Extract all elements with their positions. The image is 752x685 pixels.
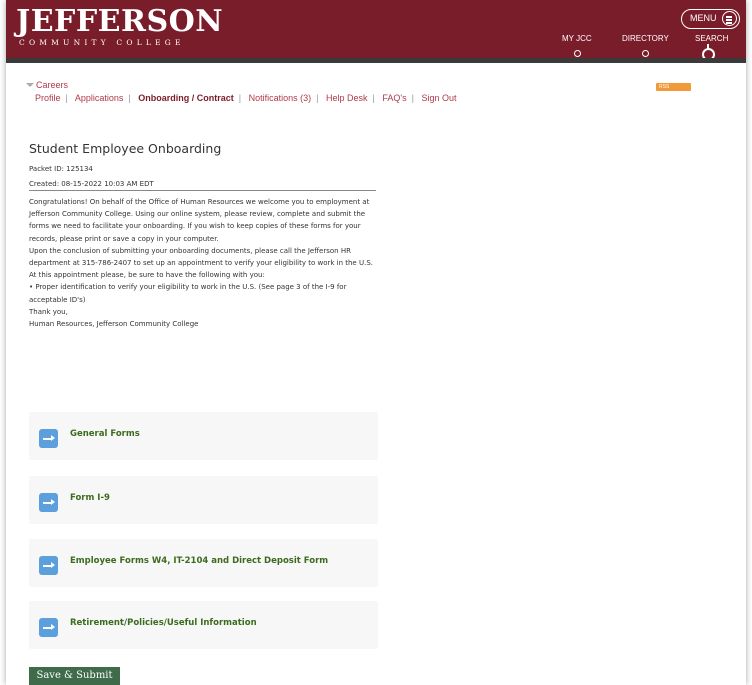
subnav-notifications[interactable]: Notifications (3) [249, 93, 312, 103]
subnav-onboarding[interactable]: Onboarding / Contract [138, 93, 234, 103]
subnav-faqs[interactable]: FAQ's [382, 93, 406, 103]
subnav-profile[interactable]: Profile [35, 93, 61, 103]
arrow-right-icon[interactable] [39, 429, 58, 448]
section-employee-forms[interactable]: Employee Forms W4, IT-2104 and Direct De… [29, 539, 378, 587]
subnav-help-desk[interactable]: Help Desk [326, 93, 368, 103]
header-divider [6, 58, 746, 63]
rss-icon[interactable]: RSS [656, 83, 691, 91]
paragraph: Human Resources, Jefferson Community Col… [29, 320, 199, 329]
college-logo[interactable]: JEFFERSON COMMUNITY COLLEGE [16, 4, 224, 48]
section-label[interactable]: Retirement/Policies/Useful Information [70, 618, 257, 628]
paragraph: Upon the conclusion of submitting your o… [29, 246, 373, 268]
nav-directory[interactable]: DIRECTORY [622, 34, 669, 43]
save-submit-button[interactable]: Save & Submit [29, 667, 120, 685]
page-frame: JEFFERSON COMMUNITY COLLEGE MENU MY JCC … [6, 0, 746, 685]
divider [29, 190, 376, 191]
nav-dot-icon [642, 50, 649, 57]
site-header: JEFFERSON COMMUNITY COLLEGE MENU MY JCC … [6, 0, 746, 61]
section-form-i9[interactable]: Form I-9 [29, 476, 378, 524]
paragraph: Congratulations! On behalf of the Office… [29, 198, 370, 243]
nav-dot-icon [574, 50, 581, 57]
section-retirement-policies[interactable]: Retirement/Policies/Useful Information [29, 601, 378, 649]
section-label[interactable]: Form I-9 [70, 493, 110, 503]
arrow-right-icon[interactable] [39, 618, 58, 637]
menu-button[interactable]: MENU [681, 9, 740, 29]
breadcrumb[interactable]: Careers [26, 80, 68, 90]
paragraph: Thank you, [29, 307, 68, 316]
hamburger-icon [722, 11, 737, 26]
subnav-sign-out[interactable]: Sign Out [421, 93, 456, 103]
section-general-forms[interactable]: General Forms [29, 412, 378, 460]
welcome-message: Congratulations! On behalf of the Office… [29, 196, 384, 330]
nav-my-jcc[interactable]: MY JCC [562, 34, 592, 43]
menu-label: MENU [690, 13, 717, 23]
paragraph: • Proper identification to verify your e… [29, 283, 347, 304]
page-title: Student Employee Onboarding [29, 141, 222, 156]
section-label[interactable]: General Forms [70, 429, 140, 439]
nav-search[interactable]: SEARCH [695, 34, 728, 43]
arrow-right-icon[interactable] [39, 493, 58, 512]
arrow-right-icon[interactable] [39, 556, 58, 575]
subnav-applications[interactable]: Applications [75, 93, 124, 103]
created-date: Created: 08-15-2022 10:03 AM EDT [29, 180, 154, 188]
section-label[interactable]: Employee Forms W4, IT-2104 and Direct De… [70, 556, 328, 566]
logo-main-text: JEFFERSON [16, 4, 224, 39]
breadcrumb-careers: Careers [36, 80, 69, 90]
careers-subnav: Profile | Applications | Onboarding / Cont… [35, 93, 457, 103]
packet-id: Packet ID: 125134 [29, 165, 93, 173]
paragraph: At this appointment please, be sure to h… [29, 271, 265, 280]
collapse-triangle-icon [26, 83, 34, 87]
logo-sub-text: COMMUNITY COLLEGE [19, 38, 185, 47]
rss-label: RSS [659, 84, 670, 90]
